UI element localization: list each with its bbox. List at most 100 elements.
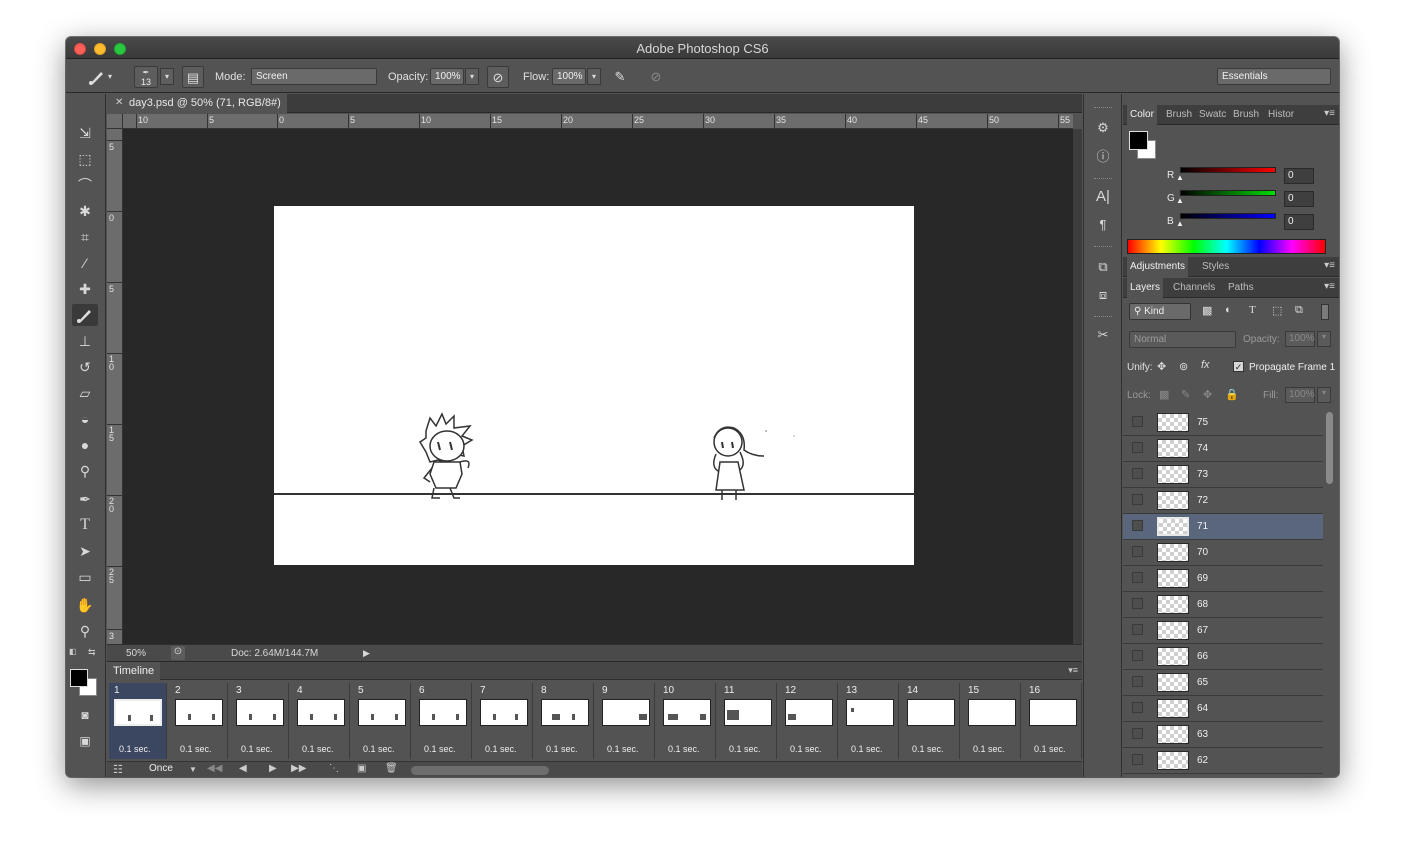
lasso-tool-icon[interactable]: ⌒ (72, 174, 98, 196)
type-layer-filter-icon[interactable]: T (1249, 304, 1256, 316)
red-value[interactable]: 0 (1284, 168, 1314, 184)
layer-row[interactable]: 73 (1123, 462, 1323, 488)
brush-panel-toggle-icon[interactable]: ▤ (182, 66, 204, 88)
flow-field[interactable]: 100% (552, 68, 586, 85)
layer-row[interactable]: 63 (1123, 722, 1323, 748)
next-frame-icon[interactable]: ▶▶ (291, 763, 306, 774)
pressure-opacity-icon[interactable]: ⊘ (487, 66, 509, 88)
tab-swatches[interactable]: Swatc (1196, 105, 1229, 125)
frame-delay[interactable]: 0.1 sec. (546, 744, 578, 754)
visibility-toggle[interactable] (1132, 546, 1143, 557)
layer-comps-icon[interactable]: ⚙ (1092, 117, 1114, 139)
preset-dropdown-icon[interactable]: ▾ (104, 66, 116, 88)
loop-dropdown-icon[interactable]: ▼ (189, 765, 197, 774)
canvas-area[interactable] (123, 129, 1073, 644)
layer-row[interactable]: 69 (1123, 566, 1323, 592)
mode-select[interactable]: Screen (251, 68, 377, 85)
propagate-checkbox[interactable]: ✓ (1233, 361, 1244, 372)
fill-field[interactable]: 100% (1285, 387, 1315, 403)
zoom-tool-icon[interactable]: ⚲ (72, 620, 98, 642)
timeline-frame[interactable]: 1 0.1 sec. (109, 683, 167, 759)
visibility-toggle[interactable] (1132, 624, 1143, 635)
canvas-vertical-scrollbar[interactable] (1073, 129, 1082, 644)
clone-stamp-tool-icon[interactable]: ⊥ (72, 330, 98, 352)
visibility-toggle[interactable] (1132, 468, 1143, 479)
foreground-color-swatch[interactable] (70, 669, 88, 687)
eyedropper-tool-icon[interactable]: ⁄ (72, 252, 98, 274)
horizontal-ruler[interactable]: 10 5 0 5 10 15 20 25 30 35 40 45 50 55 (123, 114, 1073, 129)
brush-picker-dropdown[interactable]: ▾ (160, 68, 174, 85)
eraser-tool-icon[interactable]: ▱ (72, 382, 98, 404)
document-tab[interactable]: ✕ day3.psd @ 50% (71, RGB/8#) (107, 94, 287, 113)
timeline-frame[interactable]: 6 0.1 sec. (414, 683, 472, 759)
smart-object-filter-icon[interactable]: ⧉ (1295, 304, 1303, 317)
character-panel-icon[interactable]: A| (1092, 186, 1114, 208)
previous-frame-icon[interactable]: ◀ (239, 763, 247, 774)
frame-delay[interactable]: 0.1 sec. (790, 744, 822, 754)
crop-tool-icon[interactable]: ⌗ (72, 226, 98, 248)
layer-opacity-field[interactable]: 100% (1285, 331, 1315, 347)
unify-style-icon[interactable]: fx (1201, 359, 1210, 371)
blend-mode-select[interactable]: Normal (1129, 331, 1236, 348)
visibility-toggle[interactable] (1132, 598, 1143, 609)
frame-delay[interactable]: 0.1 sec. (363, 744, 395, 754)
timeline-frame[interactable]: 2 0.1 sec. (170, 683, 228, 759)
fill-dropdown-icon[interactable]: ▾ (1317, 387, 1331, 403)
red-slider-handle-icon[interactable]: ▲ (1176, 173, 1184, 182)
timeline-frame[interactable]: 16 0.1 sec. (1024, 683, 1082, 759)
frame-delay[interactable]: 0.1 sec. (302, 744, 334, 754)
frame-delay[interactable]: 0.1 sec. (668, 744, 700, 754)
lock-position-icon[interactable]: ✥ (1203, 388, 1212, 401)
document-canvas[interactable] (274, 206, 914, 565)
timeline-frame[interactable]: 4 0.1 sec. (292, 683, 350, 759)
duplicate-frame-icon[interactable]: ▣ (357, 763, 366, 774)
tween-icon[interactable]: ⋱ (329, 763, 339, 774)
color-panel-foreground-swatch[interactable] (1129, 131, 1148, 150)
unify-visibility-icon[interactable]: ⊚ (1179, 360, 1188, 373)
magic-wand-tool-icon[interactable]: ✱ (72, 200, 98, 222)
play-icon[interactable]: ▶ (269, 763, 277, 774)
tab-layers[interactable]: Layers (1127, 278, 1164, 298)
visibility-toggle[interactable] (1132, 572, 1143, 583)
brush-tool-icon[interactable] (72, 304, 98, 326)
green-value[interactable]: 0 (1284, 191, 1314, 207)
unify-position-icon[interactable]: ✥ (1157, 360, 1166, 373)
paint-bucket-tool-icon[interactable]: ◒ (72, 408, 98, 430)
shape-layer-filter-icon[interactable]: ⬚ (1272, 304, 1282, 317)
close-tab-icon[interactable]: ✕ (115, 97, 123, 108)
airbrush-icon[interactable]: ✎ (609, 66, 631, 88)
pixel-layer-filter-icon[interactable]: ▩ (1202, 304, 1212, 317)
history-brush-tool-icon[interactable]: ↺ (72, 356, 98, 378)
frame-delay[interactable]: 0.1 sec. (485, 744, 517, 754)
frame-delay[interactable]: 0.1 sec. (973, 744, 1005, 754)
green-slider-handle-icon[interactable]: ▲ (1176, 196, 1184, 205)
dodge-tool-icon[interactable]: ⚲ (72, 460, 98, 482)
frame-delay[interactable]: 0.1 sec. (912, 744, 944, 754)
adjustment-layer-filter-icon[interactable]: ◐ (1225, 304, 1232, 316)
visibility-toggle[interactable] (1132, 650, 1143, 661)
hand-tool-icon[interactable]: ✋ (72, 594, 98, 616)
visibility-toggle[interactable] (1132, 676, 1143, 687)
frame-delay[interactable]: 0.1 sec. (180, 744, 212, 754)
layer-row[interactable]: 61 (1123, 774, 1323, 777)
layer-row[interactable]: 62 (1123, 748, 1323, 774)
status-menu-arrow-icon[interactable]: ▶ (363, 648, 370, 659)
lock-all-icon[interactable]: 🔒 (1225, 388, 1239, 401)
vertical-ruler[interactable]: 5 0 5 1 0 1 5 2 0 2 5 3 (107, 129, 123, 644)
red-slider[interactable] (1180, 167, 1276, 173)
delete-frame-icon[interactable]: 🗑 (385, 763, 398, 774)
visibility-toggle[interactable] (1132, 728, 1143, 739)
layer-row[interactable]: 72 (1123, 488, 1323, 514)
blue-value[interactable]: 0 (1284, 214, 1314, 230)
visibility-toggle[interactable] (1132, 442, 1143, 453)
frame-delay[interactable]: 0.1 sec. (241, 744, 273, 754)
layer-row-selected[interactable]: 71 (1123, 514, 1323, 540)
timeline-frame[interactable]: 3 0.1 sec. (231, 683, 289, 759)
paragraph-panel-icon[interactable]: ¶ (1092, 214, 1114, 236)
timeline-frame[interactable]: 14 0.1 sec. (902, 683, 960, 759)
lock-pixels-icon[interactable]: ✎ (1181, 388, 1190, 401)
tab-brush-presets[interactable]: Brush (1230, 105, 1262, 125)
layer-row[interactable]: 68 (1123, 592, 1323, 618)
timeline-frame[interactable]: 9 0.1 sec. (597, 683, 655, 759)
color-panel-menu-icon[interactable]: ▾≡ (1324, 108, 1335, 119)
